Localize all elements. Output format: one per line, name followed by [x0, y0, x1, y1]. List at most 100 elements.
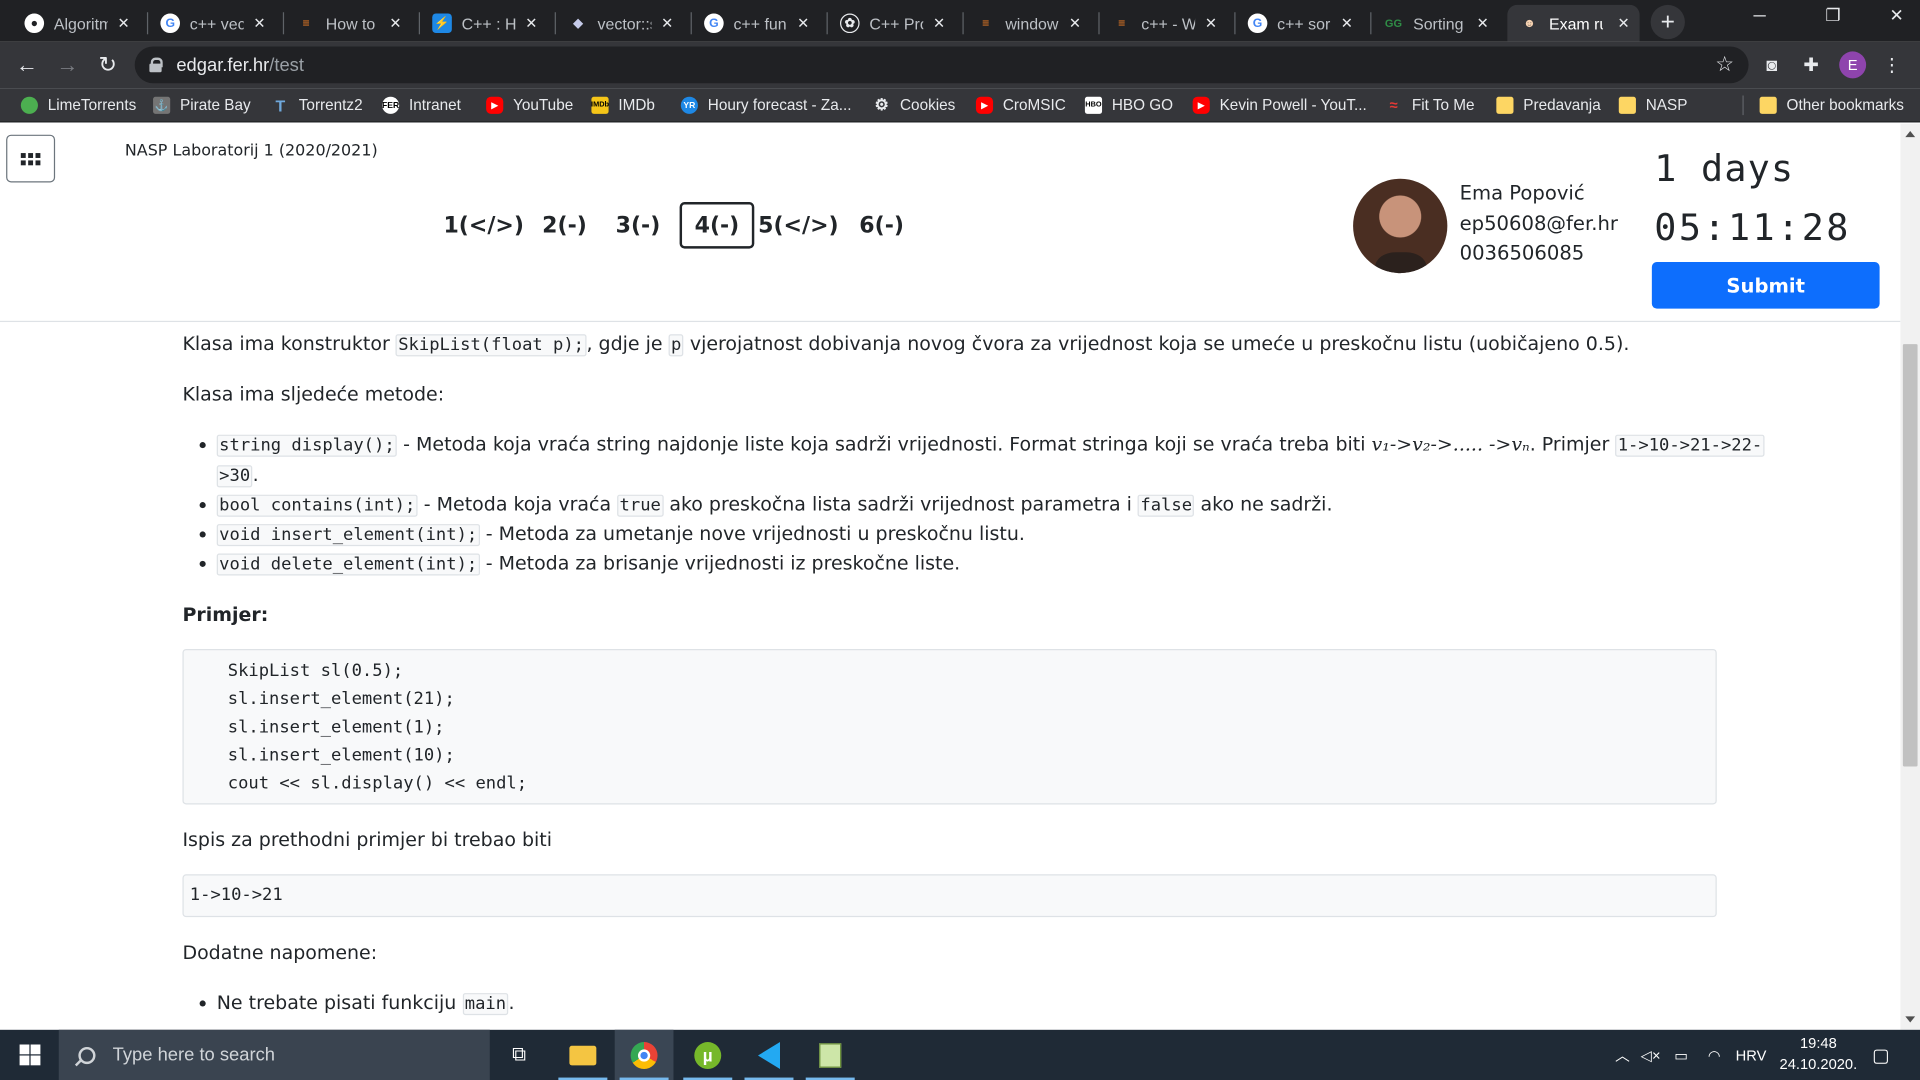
bookmark-cookies[interactable]: ⚙ Cookies	[873, 93, 956, 117]
tab-3[interactable]: ⚡ C++ : H ✕	[420, 5, 547, 42]
output-block: 1->10->21	[182, 874, 1717, 918]
scrollbar-thumb[interactable]	[1902, 344, 1918, 767]
star-icon[interactable]: ☆	[1715, 53, 1734, 77]
close-icon[interactable]: ✕	[661, 15, 673, 32]
chevron-up-icon[interactable]: ︿	[1611, 1030, 1633, 1080]
bookmark-torrentz2[interactable]: T Torrentz2	[272, 93, 363, 117]
file-explorer-icon[interactable]	[553, 1030, 612, 1080]
bookmark-forecast[interactable]: YR Houry forecast - Za...	[680, 93, 852, 117]
tab-8[interactable]: ≡ c++ - W ✕	[1100, 5, 1227, 42]
bookmark-limetorrents[interactable]: LimeTorrents	[20, 93, 136, 117]
tab-5[interactable]: Gc++ fun ✕	[692, 5, 819, 42]
question-1-button[interactable]: 1(</>)	[443, 202, 523, 249]
bookmark-piratebay[interactable]: ⚓ Pirate Bay	[153, 93, 251, 117]
tab-9[interactable]: Gc++ sor ✕	[1236, 5, 1363, 42]
vscode-icon[interactable]	[740, 1030, 799, 1080]
menu-button[interactable]	[6, 134, 56, 183]
close-icon[interactable]: ✕	[797, 15, 809, 32]
close-icon[interactable]: ✕	[1617, 15, 1629, 32]
bookmark-intranet[interactable]: FER Intranet	[382, 93, 461, 117]
tab-0[interactable]: ● Algoritm ✕	[12, 5, 139, 42]
lock-icon	[149, 57, 163, 73]
tab-7[interactable]: ≡ window ✕	[964, 5, 1091, 42]
chrome-logo-center	[637, 1048, 651, 1062]
tab-6[interactable]: ✿ C++ Pro ✕	[828, 5, 955, 42]
taskbar-search[interactable]: Type here to search	[58, 1029, 490, 1080]
chrome-taskbar-icon[interactable]	[614, 1029, 674, 1080]
close-icon[interactable]: ✕	[1341, 15, 1353, 32]
back-icon[interactable]: ←	[11, 49, 43, 81]
battery-icon[interactable]: ▭	[1668, 1030, 1695, 1080]
close-icon[interactable]: ✕	[389, 15, 401, 32]
bookmark-imdb[interactable]: IMDb IMDb	[591, 93, 655, 117]
reload-icon[interactable]: ↻	[92, 49, 124, 81]
bookmark-predavanja[interactable]: Predavanja	[1496, 93, 1601, 117]
bookmark-youtube[interactable]: ▶ YouTube	[486, 93, 573, 117]
google-icon: G	[704, 13, 724, 34]
address-path: /test	[269, 54, 304, 76]
bookmark-fittome[interactable]: ≈ Fit To Me	[1385, 93, 1474, 117]
bookmark-hbogo[interactable]: HBO HBO GO	[1084, 93, 1173, 117]
close-icon[interactable]: ✕	[933, 15, 945, 32]
question-5-button[interactable]: 5(</>)	[758, 202, 838, 249]
user-email: ep50608@fer.hr	[1459, 211, 1618, 236]
extensions-icon[interactable]: ✚	[1799, 53, 1823, 77]
question-4-button[interactable]: 4(-)	[679, 202, 755, 249]
camera-icon[interactable]: ◙	[1760, 53, 1784, 77]
question-3-button[interactable]: 3(-)	[611, 202, 665, 249]
close-icon[interactable]: ✕	[1069, 15, 1081, 32]
folder-icon	[1496, 96, 1514, 114]
profile-avatar[interactable]: E	[1839, 51, 1867, 79]
bookmark-cromsic[interactable]: ▶ CroMSIC	[975, 93, 1066, 117]
submit-button[interactable]: Submit	[1651, 262, 1880, 309]
tab-2[interactable]: ≡ How to ✕	[284, 5, 411, 42]
list-item-display: string display(); - Metoda koja vraća st…	[199, 430, 1765, 491]
page-scrollbar[interactable]	[1900, 123, 1920, 1030]
fittome-icon: ≈	[1389, 96, 1398, 114]
restore-icon[interactable]: ❐	[1815, 5, 1852, 26]
clock-date: 24.10.2020.	[1779, 1055, 1858, 1073]
wifi-icon[interactable]: ◠	[1702, 1030, 1726, 1080]
minimize-icon[interactable]: ─	[1741, 5, 1778, 25]
output-label: Ispis za prethodni primjer bi trebao bit…	[182, 828, 553, 852]
code-line: sl.insert_element(10);	[227, 745, 455, 766]
close-icon[interactable]: ✕	[1205, 15, 1217, 32]
address-bar[interactable]: edgar.fer.hr/test ☆	[134, 46, 1749, 84]
forward-icon[interactable]: →	[51, 49, 83, 81]
menu-dots-icon[interactable]: ⋮	[1880, 53, 1904, 77]
bookmark-kevinpowell[interactable]: ▶ Kevin Powell - YouT...	[1192, 93, 1367, 117]
tab-4[interactable]: ◆vector::s✕	[556, 5, 683, 42]
task-view-icon[interactable]: ⧉	[490, 1030, 549, 1080]
bookmark-other[interactable]: Other bookmarks	[1759, 93, 1904, 117]
close-icon[interactable]: ✕	[117, 15, 129, 32]
close-icon[interactable]: ✕	[525, 15, 537, 32]
close-window-icon[interactable]: ✕	[1878, 5, 1915, 26]
cpp-tutorial-icon: ⚡	[432, 13, 452, 34]
close-icon[interactable]: ✕	[1477, 15, 1489, 32]
scroll-up-icon[interactable]	[1905, 131, 1916, 138]
bookmark-nasp[interactable]: NASP	[1618, 93, 1687, 117]
start-button[interactable]	[0, 1030, 59, 1080]
exam-header: NASP Laboratorij 1 (2020/2021) 1(</>) 2(…	[0, 123, 1901, 323]
tab-10[interactable]: GG Sorting ✕	[1371, 5, 1498, 42]
browser-tab-bar: ● Algoritm ✕ Gc++ vec ✕ ≡ How to ✕ ⚡ C++ : H ✕ …	[0, 0, 1920, 42]
bookmark-divider	[1742, 95, 1744, 116]
methods-intro: Klasa ima sljedeće metode:	[182, 383, 445, 406]
bookmarks-bar: LimeTorrents ⚓ Pirate Bay T Torrentz2 FER I…	[0, 88, 1920, 123]
new-tab-button[interactable]: +	[1650, 4, 1685, 40]
weather-icon: YR	[680, 96, 698, 114]
volume-icon[interactable]: ◁×	[1638, 1030, 1662, 1080]
question-6-button[interactable]: 6(-)	[853, 202, 909, 249]
notification-icon[interactable]: ▢	[1866, 1030, 1895, 1080]
tab-11-active[interactable]: ☻ Exam ru ✕	[1507, 4, 1640, 42]
browser-toolbar: ← → ↻ edgar.fer.hr/test ☆ ◙ ✚ E ⋮	[0, 41, 1920, 89]
utorrent-icon[interactable]: µ	[678, 1030, 737, 1080]
scroll-down-icon[interactable]	[1905, 1016, 1916, 1023]
tab-1[interactable]: Gc++ vec ✕	[148, 5, 275, 42]
language-indicator[interactable]: HRV	[1731, 1030, 1770, 1080]
question-2-button[interactable]: 2(-)	[538, 202, 592, 249]
close-icon[interactable]: ✕	[253, 15, 265, 32]
notes-label: Dodatne napomene:	[182, 941, 378, 964]
notepad-icon[interactable]	[801, 1030, 860, 1080]
taskbar-clock[interactable]: 19:48 24.10.2020.	[1773, 1033, 1864, 1075]
